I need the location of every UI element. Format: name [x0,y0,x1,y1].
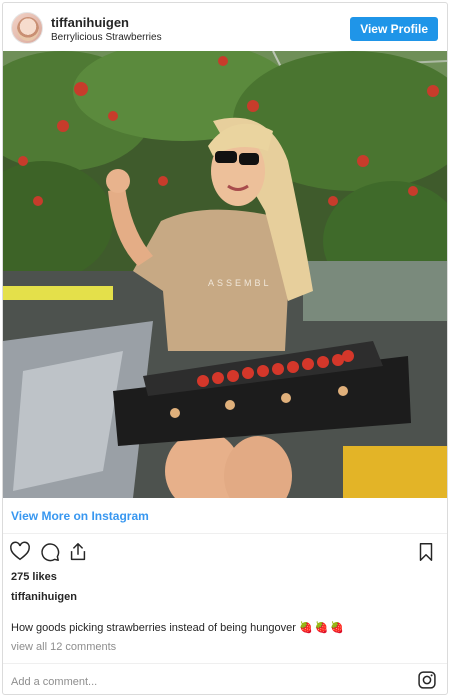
caption-body: How goods picking strawberries instead o… [11,622,296,634]
share-icon[interactable] [67,541,89,563]
likes-count: 275 likes [11,571,57,583]
add-comment-input[interactable]: Add a comment... [11,676,97,688]
heart-icon[interactable] [9,541,31,563]
caption-username[interactable]: tiffanihuigen [11,591,77,603]
post-photo-illustration: ASSEMBL [3,51,447,498]
divider [3,533,447,534]
bookmark-icon[interactable] [415,541,437,563]
view-all-comments-link[interactable]: view all 12 comments [11,641,116,653]
view-more-link[interactable]: View More on Instagram [11,509,149,523]
divider [3,663,447,664]
view-profile-button[interactable]: View Profile [350,17,438,41]
post-photo[interactable]: ASSEMBL [3,51,447,498]
username[interactable]: tiffanihuigen [51,15,129,30]
post-header: tiffanihuigen Berrylicious Strawberries … [3,3,447,51]
comment-icon[interactable] [39,541,61,563]
svg-text:ASSEMBL: ASSEMBL [208,278,272,288]
instagram-embed-card: tiffanihuigen Berrylicious Strawberries … [2,2,448,695]
caption-text: How goods picking strawberries instead o… [11,621,346,634]
strawberry-emoji: 🍓🍓🍓 [299,622,347,634]
avatar[interactable] [11,12,43,44]
avatar-face [17,17,39,41]
location-label[interactable]: Berrylicious Strawberries [51,32,162,43]
instagram-logo-icon[interactable] [417,670,437,690]
